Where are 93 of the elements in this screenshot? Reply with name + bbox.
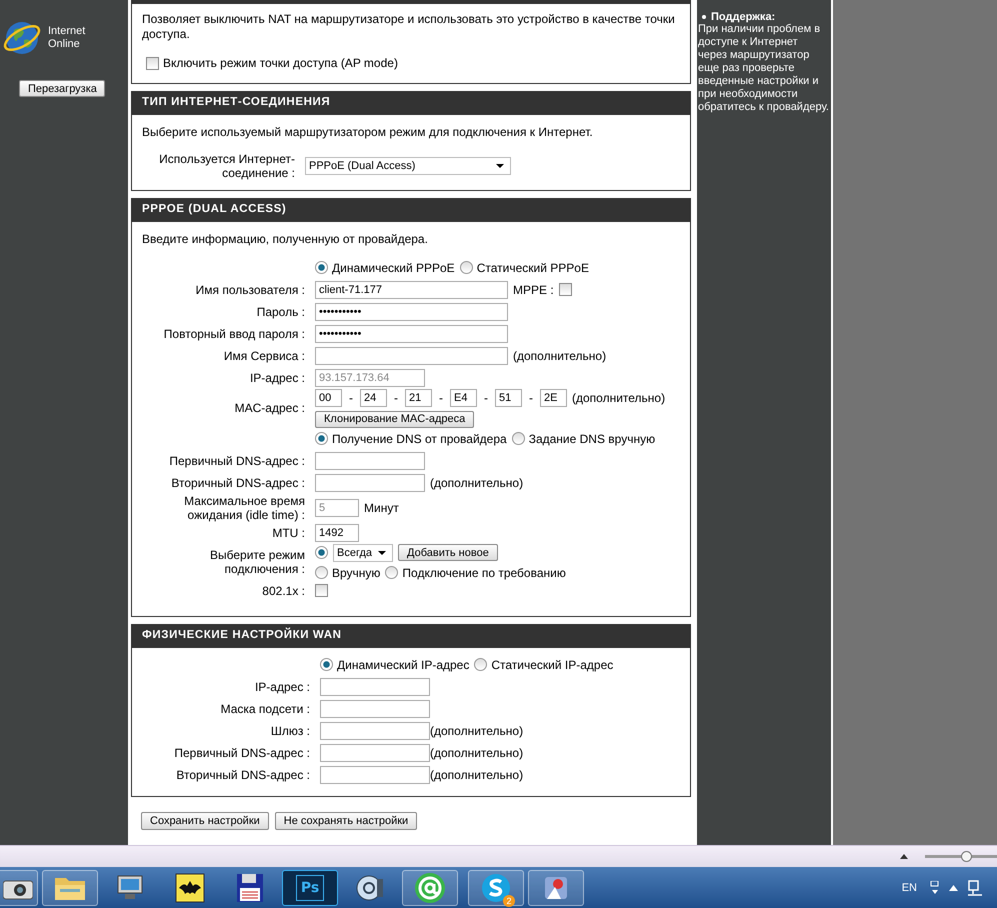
caret-up-icon[interactable] bbox=[949, 884, 958, 890]
field-label: Первичный DNS-адрес : bbox=[168, 454, 306, 468]
section-header: ФИЗИЧЕСКИЕ НАСТРОЙКИ WAN bbox=[132, 624, 690, 648]
monitor-icon bbox=[115, 874, 145, 902]
bat-icon bbox=[175, 872, 205, 902]
section-description: Введите информацию, полученную от провайдера. bbox=[142, 232, 429, 246]
text-field[interactable] bbox=[320, 766, 430, 784]
taskbar-button[interactable]: Ps bbox=[282, 870, 338, 906]
field-hint: Минут bbox=[364, 500, 399, 514]
text-field[interactable]: ••••••••••• bbox=[315, 324, 508, 342]
action-button[interactable]: Сохранить настройки bbox=[141, 812, 269, 830]
field-label: Выберите режим подключения : bbox=[209, 548, 306, 576]
windows-icon[interactable] bbox=[930, 880, 940, 894]
text-field[interactable]: 51 bbox=[495, 388, 522, 406]
reboot-button[interactable]: Перезагрузка bbox=[19, 80, 105, 97]
mac-separator: - bbox=[393, 390, 399, 404]
field-hint: (дополнительно) bbox=[430, 768, 524, 782]
text-field[interactable] bbox=[315, 346, 508, 364]
field-label: Первичный DNS-адрес : bbox=[173, 746, 311, 760]
caret-up-icon bbox=[900, 854, 908, 859]
field-label: 802.1x : bbox=[261, 584, 306, 598]
field-label: MAC-адрес : bbox=[234, 401, 306, 415]
field-hint: (дополнительно) bbox=[513, 348, 606, 362]
radio-option[interactable]: Статический PPPoE bbox=[460, 260, 589, 274]
text-field[interactable] bbox=[315, 452, 425, 470]
bullet-icon bbox=[702, 15, 706, 19]
text-field[interactable]: 24 bbox=[360, 388, 387, 406]
language-indicator[interactable]: EN bbox=[902, 882, 917, 894]
field-label: Повторный ввод пароля : bbox=[162, 326, 306, 340]
notification-badge: 2 bbox=[503, 894, 515, 906]
text-field[interactable]: ••••••••••• bbox=[315, 302, 508, 320]
radio-option[interactable]: Задание DNS вручную bbox=[512, 432, 656, 446]
text-field[interactable] bbox=[320, 700, 430, 718]
field-label: Используется Интернет-соединение : bbox=[158, 152, 296, 180]
radio-option[interactable]: Динамический IP-адрес bbox=[320, 658, 470, 672]
field-label: Имя Сервиса : bbox=[222, 348, 306, 362]
mac-separator: - bbox=[438, 390, 444, 404]
radio-option[interactable]: Вручную bbox=[315, 566, 380, 580]
caret-down-icon bbox=[378, 550, 386, 554]
radio-option[interactable]: Статический IP-адрес bbox=[474, 658, 614, 672]
field-label: Вторичный DNS-адрес : bbox=[175, 768, 311, 782]
mac-separator: - bbox=[483, 390, 489, 404]
text-field[interactable] bbox=[315, 474, 425, 492]
mac-separator: - bbox=[528, 390, 534, 404]
ap-description: Позволяет выключить NAT на маршрутизаторе и использовать это устройство в качестве точки доступа. bbox=[142, 12, 676, 42]
radio-option[interactable]: Динамический PPPoE bbox=[315, 260, 455, 274]
mode-select[interactable]: Всегда bbox=[333, 544, 394, 562]
text-field[interactable]: 2E bbox=[540, 388, 567, 406]
text-field[interactable]: 21 bbox=[405, 388, 432, 406]
connection-type-select[interactable]: PPPoE (Dual Access) bbox=[305, 156, 511, 174]
mac-separator: - bbox=[348, 390, 354, 404]
field-label: Имя пользователя : bbox=[194, 282, 306, 296]
help-text: При наличии проблем в доступе к Интернет через маршрутизатор еще раз проверьте введенные настройки и при необходимости обратитесь к провайдеру. bbox=[698, 23, 830, 114]
text-field[interactable] bbox=[320, 722, 430, 740]
action-button[interactable]: Не сохранять настройки bbox=[274, 812, 418, 830]
field-label: IP-адрес : bbox=[254, 680, 311, 694]
text-field[interactable]: 1492 bbox=[315, 524, 359, 542]
field-label: Вторичный DNS-адрес : bbox=[170, 476, 306, 490]
section-description: Выберите используемый маршрутизатором режим для подключения к Интернет. bbox=[142, 124, 594, 140]
skype-icon bbox=[481, 872, 511, 902]
form-button[interactable]: Клонирование MAC-адреса bbox=[315, 410, 474, 428]
photoshop-icon: Ps bbox=[296, 874, 324, 900]
checkbox[interactable] bbox=[558, 283, 572, 296]
field-label: IP-адрес : bbox=[248, 370, 306, 384]
connection-status: Internet Online bbox=[48, 25, 86, 51]
network-icon[interactable] bbox=[967, 880, 983, 896]
field-label: MTU : bbox=[271, 526, 306, 540]
at-sign-icon bbox=[414, 872, 446, 904]
help-title: Поддержка: bbox=[711, 11, 776, 23]
field-label: Маска подсети : bbox=[220, 702, 311, 716]
field-label: Пароль : bbox=[256, 304, 306, 318]
radio-option[interactable]: Получение DNS от провайдера bbox=[315, 432, 507, 446]
caret-down-icon bbox=[496, 164, 504, 168]
ap-mode-checkbox[interactable]: Включить режим точки доступа (AP mode) bbox=[146, 56, 398, 70]
field-hint: (дополнительно) bbox=[430, 724, 524, 738]
media-player-icon bbox=[355, 872, 385, 902]
radio-option[interactable]: Подключение по требованию bbox=[385, 566, 566, 580]
field-hint: MPPE : bbox=[513, 282, 554, 296]
field-hint: (дополнительно) bbox=[430, 746, 524, 760]
field-label: Максимальное время ожидания (idle time) : bbox=[183, 494, 306, 522]
text-field[interactable] bbox=[320, 678, 430, 696]
checkbox[interactable] bbox=[315, 584, 328, 597]
field-hint: (дополнительно) bbox=[430, 476, 524, 490]
form-button[interactable]: Добавить новое bbox=[398, 544, 498, 561]
field-hint: (дополнительно) bbox=[572, 390, 666, 404]
text-field[interactable]: E4 bbox=[450, 388, 477, 406]
radio-button[interactable] bbox=[315, 546, 328, 559]
section-header: PPPOE (DUAL ACCESS) bbox=[132, 198, 690, 222]
text-field[interactable]: client-71.177 bbox=[315, 280, 508, 298]
text-field[interactable] bbox=[320, 744, 430, 762]
section-header: ТИП ИНТЕРНЕТ-СОЕДИНЕНИЯ bbox=[132, 90, 690, 114]
field-label: Шлюз : bbox=[270, 724, 311, 738]
text-field[interactable]: 00 bbox=[315, 388, 342, 406]
